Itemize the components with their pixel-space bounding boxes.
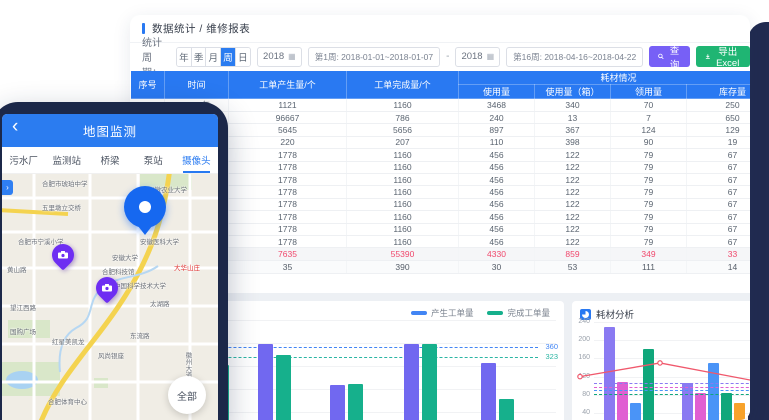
phone-tab-bar: 污水厂监测站桥梁泵站摄像头 <box>2 147 218 174</box>
tab-桥梁[interactable]: 桥梁 <box>88 147 131 173</box>
consumable-bar[interactable] <box>604 327 615 420</box>
week-to-input[interactable]: 第16周: 2018-04-16~2018-04-22 <box>506 47 643 67</box>
map-label: 风尚银座 <box>98 350 124 360</box>
breadcrumb-accent-bar <box>142 23 145 34</box>
table-header: 序号时间工单产生量/个工单完成量/个耗材情况使用量使用量（箱）领用量库存量 <box>131 71 751 99</box>
y-axis-tick: 40 <box>572 409 590 416</box>
bar-产生工单量[interactable] <box>404 344 419 420</box>
query-button[interactable]: 查询 <box>649 46 690 67</box>
period-option-月[interactable]: 月 <box>206 48 221 66</box>
bar-完成工单量[interactable] <box>499 399 514 420</box>
map-label: 合肥科技馆 <box>102 266 135 276</box>
camera-icon <box>58 251 68 259</box>
map-label: 红星美凯龙 <box>52 336 85 346</box>
week-from-input[interactable]: 第1周: 2018-01-01~2018-01-07 <box>308 47 440 67</box>
consumable-bar[interactable] <box>643 349 654 420</box>
all-filter-button[interactable]: 全部 <box>168 376 206 414</box>
tab-摄像头[interactable]: 摄像头 <box>175 147 218 173</box>
bar-产生工单量[interactable] <box>330 385 345 420</box>
consumable-chart-card: 耗材分析 2402001601208040 <box>572 301 750 420</box>
year-to-select[interactable]: 2018 ▦ <box>455 47 500 67</box>
bar-完成工单量[interactable] <box>422 344 437 420</box>
page: 数据统计 / 维修报表 统计周期： 年季月周日 2018 ▦ 第1周: 2018… <box>0 0 769 420</box>
map-label: 合肥体育中心 <box>48 396 87 406</box>
map-view[interactable]: 合肥市琥珀中学安徽农业大学五里墩立交桥合肥市宁溪小学安徽医科大学安徽大学合肥科技… <box>2 174 218 420</box>
consumable-bar[interactable] <box>721 393 732 420</box>
map-label: 东流路 <box>130 330 150 340</box>
expand-panel-button[interactable]: › <box>2 180 13 195</box>
map-label: 安徽医科大学 <box>140 236 179 246</box>
table-row: 12014年11211160346834070250 <box>131 99 751 112</box>
bar-产生工单量[interactable] <box>258 344 273 420</box>
y-axis-tick: 80 <box>572 391 590 398</box>
backdrop-panel <box>748 22 769 420</box>
map-label: 中国科学技术大学 <box>114 280 166 290</box>
bar-产生工单量[interactable] <box>481 363 496 420</box>
calendar-icon: ▦ <box>288 52 296 61</box>
back-chevron-icon[interactable]: ‹ <box>12 116 18 138</box>
group-header: 耗材情况 <box>459 71 751 85</box>
export-excel-button[interactable]: 导出Excel <box>696 46 750 67</box>
consumable-bar[interactable] <box>708 363 719 420</box>
consumable-chart-plot: 240 200 160 120 80 40 <box>572 301 750 420</box>
col-header: 工单产生量/个 <box>229 71 347 99</box>
tab-污水厂[interactable]: 污水厂 <box>2 147 45 173</box>
map-label: 五里墩立交桥 <box>42 202 81 212</box>
sub-col-header: 领用量 <box>611 85 687 99</box>
period-segmented-control: 年季月周日 <box>176 47 251 67</box>
phone-header: ‹ 地图监测 <box>2 114 218 147</box>
camera-icon <box>102 284 112 292</box>
phone-mockup: ‹ 地图监测 污水厂监测站桥梁泵站摄像头 <box>0 102 228 420</box>
selected-camera-pin[interactable] <box>124 186 166 228</box>
search-icon <box>658 52 664 61</box>
map-label: 黄山路 <box>7 264 27 274</box>
phone-title: 地图监测 <box>83 121 137 140</box>
consumable-bar[interactable] <box>734 403 745 420</box>
breadcrumb: 数据统计 / 维修报表 <box>130 15 750 43</box>
map-label: 大华山庄 <box>174 262 200 272</box>
period-option-季[interactable]: 季 <box>192 48 207 66</box>
bar-完成工单量[interactable] <box>276 355 291 420</box>
col-header: 工单完成量/个 <box>347 71 459 99</box>
range-separator: - <box>446 51 449 62</box>
consumable-bar[interactable] <box>630 403 641 420</box>
period-option-周[interactable]: 周 <box>221 48 236 66</box>
phone-screen: ‹ 地图监测 污水厂监测站桥梁泵站摄像头 <box>2 114 218 420</box>
col-header: 时间 <box>165 71 229 99</box>
y-axis-tick: 240 <box>572 318 590 325</box>
sub-col-header: 使用量 <box>459 85 535 99</box>
map-label: 望江西路 <box>10 302 36 312</box>
bar-完成工单量[interactable] <box>348 384 363 420</box>
filter-bar: 统计周期： 年季月周日 2018 ▦ 第1周: 2018-01-01~2018-… <box>130 43 750 70</box>
y-axis-tick: 160 <box>572 354 590 361</box>
map-label: 合肥市琥珀中学 <box>42 178 88 188</box>
consumable-bar[interactable] <box>695 393 706 420</box>
consumable-bar[interactable] <box>682 383 693 420</box>
calendar-icon: ▦ <box>487 52 495 61</box>
map-label: 国购广场 <box>10 326 36 336</box>
year-from-select[interactable]: 2018 ▦ <box>257 47 302 67</box>
y-axis-tick: 120 <box>572 373 590 380</box>
period-option-日[interactable]: 日 <box>236 48 250 66</box>
map-label: 太湖路 <box>150 298 170 308</box>
tab-泵站[interactable]: 泵站 <box>132 147 175 173</box>
tab-监测站[interactable]: 监测站 <box>45 147 88 173</box>
col-header: 序号 <box>131 71 165 99</box>
sub-col-header: 库存量 <box>687 85 751 99</box>
map-label: 徽州大道 <box>182 352 192 378</box>
period-option-年[interactable]: 年 <box>177 48 192 66</box>
download-icon <box>705 52 711 61</box>
sub-col-header: 使用量（箱） <box>535 85 611 99</box>
map-label: 安徽大学 <box>112 252 138 262</box>
y-axis-tick: 200 <box>572 336 590 343</box>
